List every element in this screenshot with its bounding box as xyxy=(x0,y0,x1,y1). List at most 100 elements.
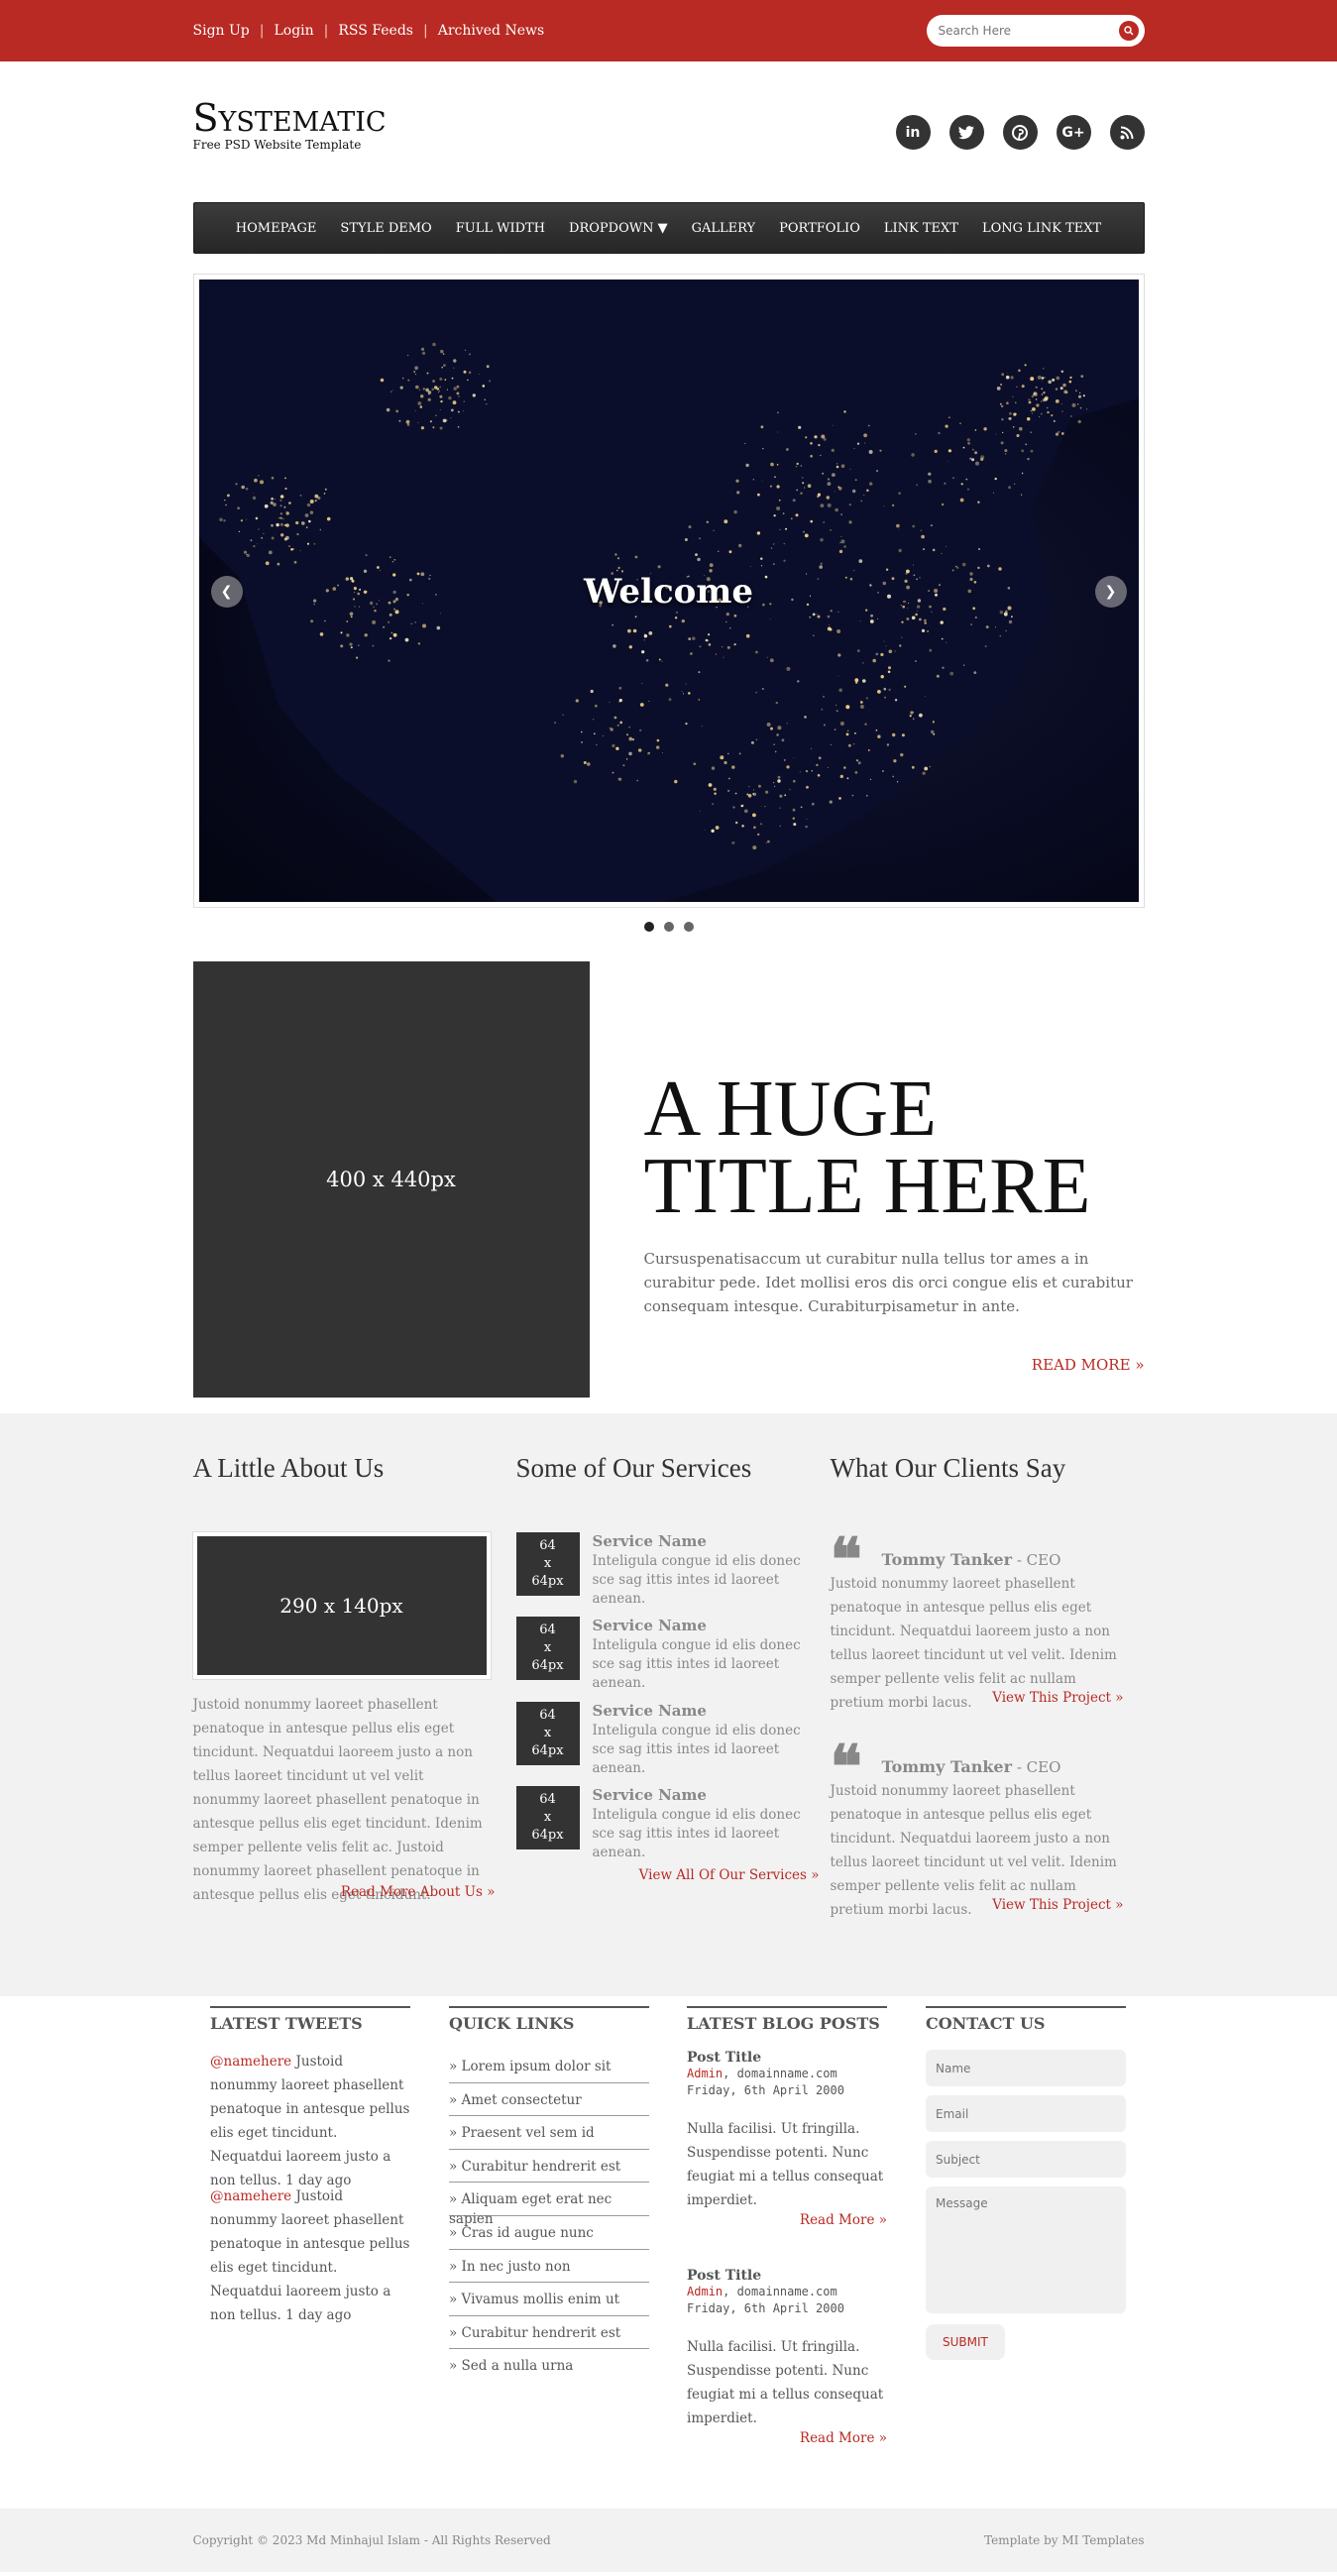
city-light xyxy=(252,493,254,494)
quick-link[interactable]: » Curabitur hendrerit est xyxy=(449,2150,649,2184)
city-light xyxy=(365,554,368,557)
city-light xyxy=(839,535,841,537)
thumb-text: 64px xyxy=(531,1574,564,1589)
nav-gallery[interactable]: GALLERY xyxy=(680,221,768,236)
quick-link[interactable]: » Praesent vel sem id xyxy=(449,2116,649,2150)
nav-style-demo[interactable]: STYLE DEMO xyxy=(328,221,443,236)
service-item[interactable]: 64 x 64px Service Name Inteligula congue i… xyxy=(515,1617,820,1691)
post-read-more-link[interactable]: Read More » xyxy=(687,2212,887,2228)
city-light xyxy=(875,728,877,731)
city-light xyxy=(769,485,772,488)
rss-feeds-link[interactable]: RSS Feeds xyxy=(338,23,413,39)
tweet-handle[interactable]: @namehere xyxy=(210,2188,291,2204)
city-light xyxy=(810,747,812,749)
city-light xyxy=(778,794,782,798)
city-light xyxy=(627,727,630,728)
city-light xyxy=(839,774,843,779)
nav-dropdown[interactable]: DROPDOWN ▼ xyxy=(557,221,680,236)
linkedin-icon[interactable]: in xyxy=(895,115,931,150)
pinterest-icon[interactable] xyxy=(1002,115,1038,150)
city-light xyxy=(851,489,855,494)
search-icon[interactable] xyxy=(1118,21,1139,41)
nav-portfolio[interactable]: PORTFOLIO xyxy=(767,221,872,236)
quick-link[interactable]: » Sed a nulla urna xyxy=(449,2349,649,2383)
logo[interactable]: Systematic Free PSD Website Template xyxy=(193,98,387,152)
subject-field[interactable] xyxy=(926,2141,1126,2178)
thumb-text: 64 xyxy=(539,1708,556,1723)
city-light xyxy=(283,477,286,480)
signup-link[interactable]: Sign Up xyxy=(193,23,250,39)
email-field[interactable] xyxy=(926,2095,1126,2132)
view-project-link[interactable]: View This Project » xyxy=(992,1690,1123,1706)
city-light xyxy=(994,433,996,435)
city-light xyxy=(696,557,701,562)
service-item[interactable]: 64 x 64px Service Name Inteligula congue i… xyxy=(515,1786,820,1860)
view-all-services-link[interactable]: View All Of Our Services » xyxy=(639,1867,820,1883)
read-more-link[interactable]: READ MORE » xyxy=(1032,1356,1145,1374)
city-light xyxy=(1021,385,1025,389)
chevron-left-icon[interactable]: ❮ xyxy=(210,576,243,608)
city-light xyxy=(834,728,836,730)
city-light xyxy=(379,569,381,571)
city-light xyxy=(786,723,788,725)
search-input[interactable] xyxy=(938,24,1119,38)
post-author[interactable]: Admin xyxy=(687,2067,723,2080)
city-light xyxy=(1001,431,1003,434)
post-title[interactable]: Post Title xyxy=(687,2050,887,2066)
nav-link-text[interactable]: LINK TEXT xyxy=(872,221,970,236)
slider-dot[interactable] xyxy=(663,922,674,932)
city-light xyxy=(932,548,935,552)
city-light xyxy=(293,560,296,564)
nav-long-link-text[interactable]: LONG LINK TEXT xyxy=(970,221,1113,236)
quick-link[interactable]: » In nec justo non xyxy=(449,2250,649,2284)
city-light xyxy=(419,405,422,408)
city-light xyxy=(836,465,838,469)
nav-full-width[interactable]: FULL WIDTH xyxy=(444,221,557,236)
login-link[interactable]: Login xyxy=(274,23,313,39)
city-light xyxy=(836,463,837,465)
chevron-right-icon[interactable]: ❯ xyxy=(1094,576,1127,608)
quick-link[interactable]: » Vivamus mollis enim ut xyxy=(449,2283,649,2316)
rss-icon[interactable] xyxy=(1109,115,1145,150)
city-light xyxy=(862,433,867,438)
city-light xyxy=(878,449,882,452)
read-more-about-link[interactable]: Read More About Us » xyxy=(341,1884,496,1900)
post-title[interactable]: Post Title xyxy=(687,2268,887,2284)
view-project-link[interactable]: View This Project » xyxy=(992,1897,1123,1913)
city-light xyxy=(962,446,964,449)
google-plus-icon[interactable]: G+ xyxy=(1056,115,1091,150)
quick-link[interactable]: » Curabitur hendrerit est xyxy=(449,2316,649,2350)
tweet-handle[interactable]: @namehere xyxy=(210,2054,291,2070)
city-light xyxy=(687,637,691,640)
city-light xyxy=(801,482,804,485)
service-item[interactable]: 64 x 64px Service Name Inteligula congue i… xyxy=(515,1532,820,1607)
city-light xyxy=(742,804,744,806)
quick-link[interactable]: » Lorem ipsum dolor sit xyxy=(449,2050,649,2083)
city-light xyxy=(966,488,969,491)
city-light xyxy=(306,542,309,545)
city-light xyxy=(863,442,865,444)
name-field[interactable] xyxy=(926,2050,1126,2086)
nav-homepage[interactable]: HOMEPAGE xyxy=(224,221,329,236)
quick-link[interactable]: » Aliquam eget erat nec sapien xyxy=(449,2183,649,2227)
city-light xyxy=(482,385,485,388)
slider-dot[interactable] xyxy=(643,922,654,932)
post-read-more-link[interactable]: Read More » xyxy=(687,2430,887,2446)
submit-button[interactable]: SUBMIT xyxy=(926,2324,1005,2360)
slider-dot[interactable] xyxy=(683,922,694,932)
city-light xyxy=(238,530,240,532)
quick-link[interactable]: » Amet consectetur xyxy=(449,2083,649,2117)
city-light xyxy=(941,503,944,506)
message-field[interactable] xyxy=(926,2186,1126,2313)
city-light xyxy=(756,493,760,497)
archived-news-link[interactable]: Archived News xyxy=(438,23,544,39)
service-item[interactable]: 64 x 64px Service Name Inteligula congue i… xyxy=(515,1702,820,1776)
template-credit[interactable]: Template by MI Templates xyxy=(984,2533,1144,2547)
city-light xyxy=(393,559,395,561)
post-author[interactable]: Admin xyxy=(687,2285,723,2298)
city-light xyxy=(684,723,688,726)
city-light xyxy=(827,615,830,618)
twitter-icon[interactable] xyxy=(948,115,984,150)
city-light xyxy=(1035,398,1037,400)
city-light xyxy=(656,738,659,742)
